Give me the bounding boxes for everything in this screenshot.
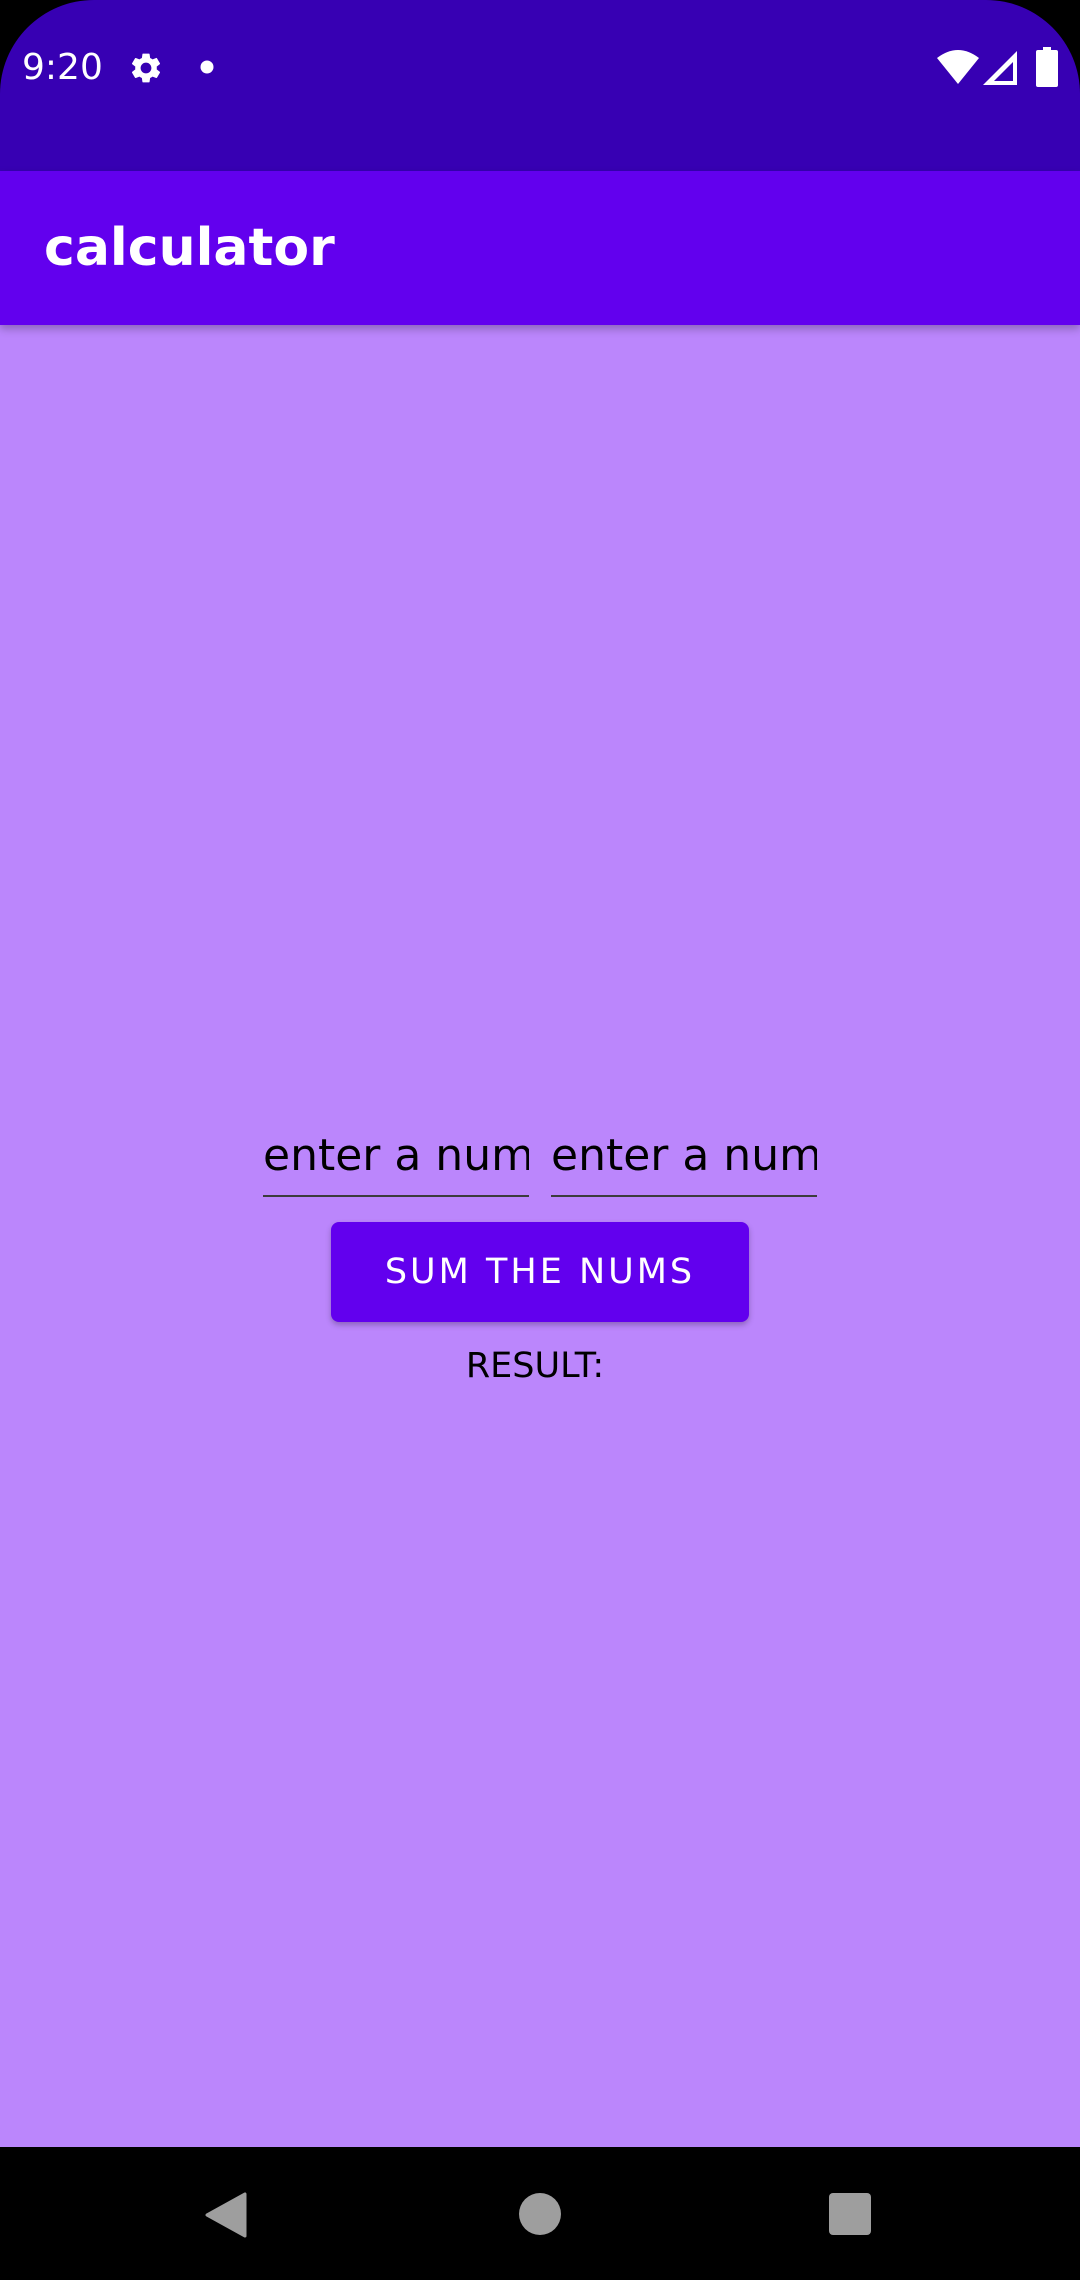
back-icon[interactable] bbox=[205, 2192, 247, 2238]
notification-dot-icon bbox=[200, 60, 214, 74]
navigation-bar bbox=[0, 2147, 1080, 2280]
app-title: calculator bbox=[44, 218, 335, 278]
phone-screen: 9:20 calculator SUM THE NUMS RESULT: bbox=[0, 0, 1080, 2280]
wifi-icon bbox=[937, 50, 979, 84]
sum-button[interactable]: SUM THE NUMS bbox=[331, 1222, 749, 1322]
recents-icon[interactable] bbox=[828, 2192, 872, 2236]
battery-icon bbox=[1036, 47, 1058, 87]
status-bar: 9:20 bbox=[0, 0, 1080, 171]
result-label: RESULT: bbox=[465, 1346, 605, 1386]
second-number-input[interactable] bbox=[551, 1115, 817, 1197]
status-time: 9:20 bbox=[22, 47, 103, 88]
first-number-input[interactable] bbox=[263, 1115, 529, 1197]
gear-icon bbox=[131, 53, 161, 83]
home-icon[interactable] bbox=[518, 2192, 562, 2236]
main-content: SUM THE NUMS RESULT: bbox=[0, 325, 1080, 2147]
app-bar: calculator bbox=[0, 171, 1080, 325]
cellular-signal-icon bbox=[983, 51, 1017, 85]
